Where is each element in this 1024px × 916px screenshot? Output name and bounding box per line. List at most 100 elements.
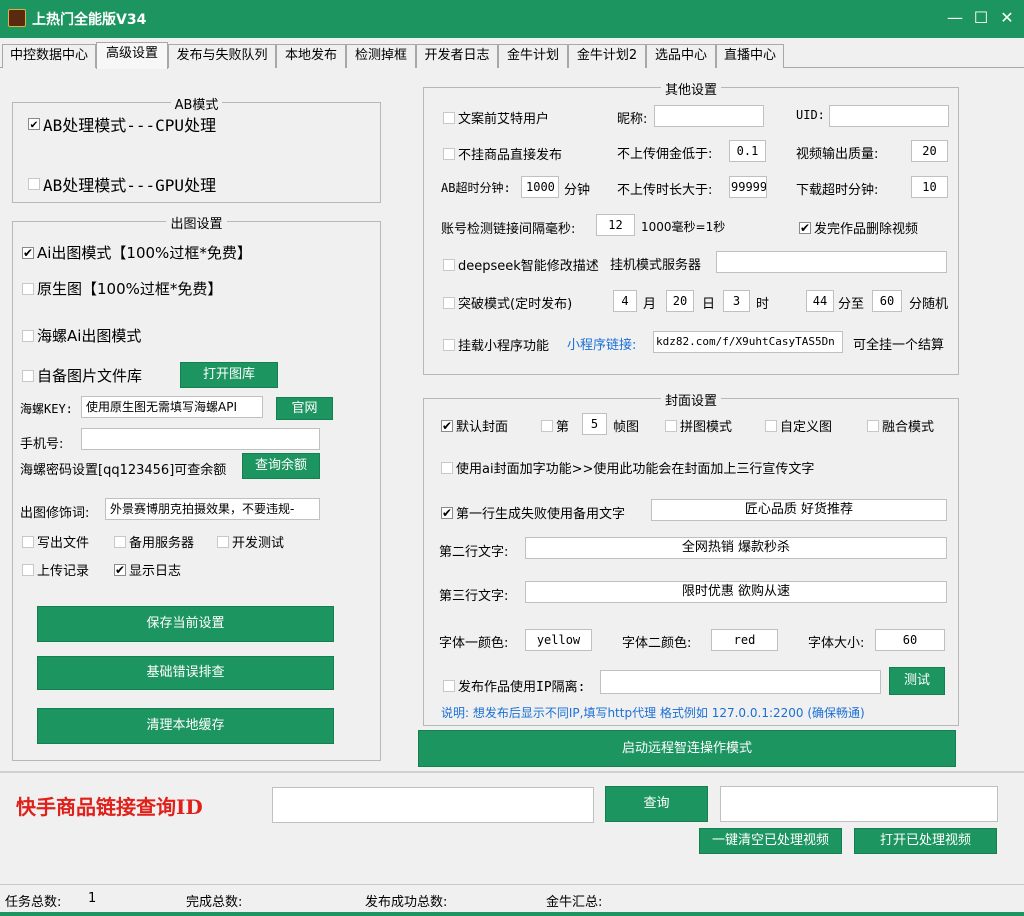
minute-to-label: 分至 <box>838 297 865 312</box>
tab-control-center[interactable]: 中控数据中心 <box>2 44 96 68</box>
official-site-button[interactable]: 官网 <box>276 397 333 420</box>
remote-connect-button[interactable]: 启动远程智连操作模式 <box>418 730 956 767</box>
hailuo-key-input[interactable]: 使用原生图无需填写海螺API <box>81 396 263 418</box>
save-settings-button[interactable]: 保存当前设置 <box>37 606 334 642</box>
query-result-field[interactable] <box>720 786 998 822</box>
product-link-input[interactable] <box>272 787 594 823</box>
hour-input[interactable]: 3 <box>723 290 750 312</box>
proxy-note: 说明: 想发布后显示不同IP,填写http代理 格式例如 127.0.0.1:2… <box>441 706 865 720</box>
done-total-label: 完成总数: <box>186 895 243 910</box>
ab-timeout-label: AB超时分钟: <box>441 181 511 195</box>
delete-after-post-checkbox[interactable]: ✔ 发完作品删除视频 <box>799 218 918 237</box>
max-duration-input[interactable]: 99999 <box>729 176 767 198</box>
backup-server-checkbox[interactable]: 备用服务器 <box>114 532 194 551</box>
mini-program-note: 可全挂一个结算 <box>853 338 945 353</box>
mini-program-checkbox[interactable]: 挂载小程序功能 <box>443 335 549 354</box>
font-color-1-input[interactable]: yellow <box>525 629 592 651</box>
blend-mode-checkbox[interactable]: 融合模式 <box>867 416 934 435</box>
font-size-input[interactable]: 60 <box>875 629 945 651</box>
tab-advanced-settings[interactable]: 高级设置 <box>96 42 168 69</box>
breakthrough-mode-checkbox[interactable]: 突破模式(定时发布) <box>443 293 572 312</box>
maximize-button[interactable]: ☐ <box>970 7 992 29</box>
image-settings-title: 出图设置 <box>166 217 227 232</box>
third-line-text-input[interactable]: 限时优惠 欲购从速 <box>525 581 947 603</box>
own-library-checkbox[interactable]: 自备图片文件库 <box>22 365 142 386</box>
hailuo-key-label: 海螺KEY: <box>20 402 73 416</box>
show-log-checkbox[interactable]: ✔ 显示日志 <box>114 560 181 579</box>
cover-settings-title: 封面设置 <box>660 394 721 409</box>
hailuo-ai-mode-checkbox[interactable]: 海螺Ai出图模式 <box>22 325 141 346</box>
deepseek-checkbox[interactable]: deepseek智能修改描述 <box>443 255 599 274</box>
tab-check-drop[interactable]: 检测掉框 <box>346 44 416 68</box>
password-setting-label: 海螺密码设置[qq123456]可查余额 <box>20 463 227 478</box>
second-line-text-input[interactable]: 全网热销 爆款秒杀 <box>525 537 947 559</box>
mention-user-checkbox[interactable]: 文案前艾特用户 <box>443 108 549 127</box>
uid-input[interactable] <box>829 105 949 127</box>
video-quality-label: 视频输出质量: <box>796 147 879 162</box>
task-total-label: 任务总数: <box>5 895 62 910</box>
ip-proxy-input[interactable] <box>600 670 881 694</box>
mini-program-link-label[interactable]: 小程序链接: <box>567 334 636 353</box>
fallback-first-line-checkbox[interactable]: ✔ 第一行生成失败使用备用文字 <box>441 503 625 522</box>
nickname-input[interactable] <box>654 105 764 127</box>
ab-cpu-checkbox[interactable]: ✔ AB处理模式---CPU处理 <box>28 112 216 136</box>
first-line-text-input[interactable]: 匠心品质 好货推荐 <box>651 499 947 521</box>
tab-product-center[interactable]: 选品中心 <box>646 44 716 68</box>
checkmark-icon: ✔ <box>441 505 453 520</box>
test-proxy-button[interactable]: 测试 <box>889 667 945 695</box>
clear-processed-button[interactable]: 一键清空已处理视频 <box>699 828 842 854</box>
jinniu-total-label: 金牛汇总: <box>546 895 603 910</box>
font-color-2-input[interactable]: red <box>711 629 778 651</box>
dev-test-checkbox[interactable]: 开发测试 <box>217 532 284 551</box>
frame-number-input[interactable]: 5 <box>582 413 607 435</box>
download-timeout-input[interactable]: 10 <box>911 176 948 198</box>
tab-local-publish[interactable]: 本地发布 <box>276 44 346 68</box>
server-input[interactable] <box>716 251 947 273</box>
minute-from-input[interactable]: 44 <box>806 290 834 312</box>
min-commission-input[interactable]: 0.1 <box>729 140 766 162</box>
nth-frame-checkbox[interactable]: 第 <box>541 416 569 435</box>
default-cover-checkbox[interactable]: ✔ 默认封面 <box>441 416 508 435</box>
third-line-label: 第三行文字: <box>439 589 509 604</box>
minute-to-input[interactable]: 60 <box>872 290 902 312</box>
ab-timeout-input[interactable]: 1000 <box>521 176 559 198</box>
tab-jinniu-plan[interactable]: 金牛计划 <box>498 44 568 68</box>
font-color-1-label: 字体一颜色: <box>439 636 509 651</box>
no-product-checkbox[interactable]: 不挂商品直接发布 <box>443 144 562 163</box>
tab-jinniu-plan-2[interactable]: 金牛计划2 <box>568 44 646 68</box>
checkmark-icon: ✔ <box>114 562 126 577</box>
second-line-label: 第二行文字: <box>439 545 509 560</box>
write-file-checkbox[interactable]: 写出文件 <box>22 532 89 551</box>
query-button[interactable]: 查询 <box>605 786 708 822</box>
day-input[interactable]: 20 <box>666 290 694 312</box>
nickname-label: 昵称: <box>617 112 648 127</box>
open-processed-button[interactable]: 打开已处理视频 <box>854 828 997 854</box>
check-balance-button[interactable]: 查询余额 <box>242 453 320 479</box>
mini-program-link-input[interactable]: kdz82.com/f/X9uhtCasyTAS5Dn <box>653 331 843 353</box>
original-image-checkbox[interactable]: 原生图【100%过框*免费】 <box>22 278 222 299</box>
open-library-button[interactable]: 打开图库 <box>180 362 278 388</box>
bottom-border <box>0 912 1024 916</box>
ip-isolation-checkbox[interactable]: 发布作品使用IP隔离: <box>443 676 585 695</box>
ai-image-mode-checkbox[interactable]: ✔ Ai出图模式【100%过框*免费】 <box>22 242 252 263</box>
ab-gpu-checkbox[interactable]: AB处理模式---GPU处理 <box>28 172 216 196</box>
phone-input[interactable] <box>81 428 320 450</box>
close-button[interactable]: ✕ <box>996 7 1018 29</box>
tab-dev-log[interactable]: 开发者日志 <box>416 44 498 68</box>
upload-record-checkbox[interactable]: 上传记录 <box>22 560 89 579</box>
collage-mode-checkbox[interactable]: 拼图模式 <box>665 416 732 435</box>
month-input[interactable]: 4 <box>613 290 637 312</box>
ai-cover-text-checkbox[interactable]: 使用ai封面加字功能>>使用此功能会在封面加上三行宣传文字 <box>441 458 814 477</box>
image-modifier-input[interactable]: 外景赛博朋克拍摄效果，不要违规- <box>105 498 320 520</box>
minimize-button[interactable]: — <box>944 7 966 29</box>
tab-publish-queue[interactable]: 发布与失败队列 <box>168 44 276 68</box>
tab-live-center[interactable]: 直播中心 <box>716 44 784 68</box>
basic-error-check-button[interactable]: 基础错误排查 <box>37 656 334 690</box>
video-quality-input[interactable]: 20 <box>911 140 948 162</box>
product-query-title: 快手商品链接查询ID <box>16 795 203 819</box>
interval-note: 1000毫秒=1秒 <box>641 220 726 234</box>
check-interval-input[interactable]: 12 <box>596 214 635 236</box>
clear-local-cache-button[interactable]: 清理本地缓存 <box>37 708 334 744</box>
custom-image-checkbox[interactable]: 自定义图 <box>765 416 832 435</box>
phone-label: 手机号: <box>20 437 64 452</box>
